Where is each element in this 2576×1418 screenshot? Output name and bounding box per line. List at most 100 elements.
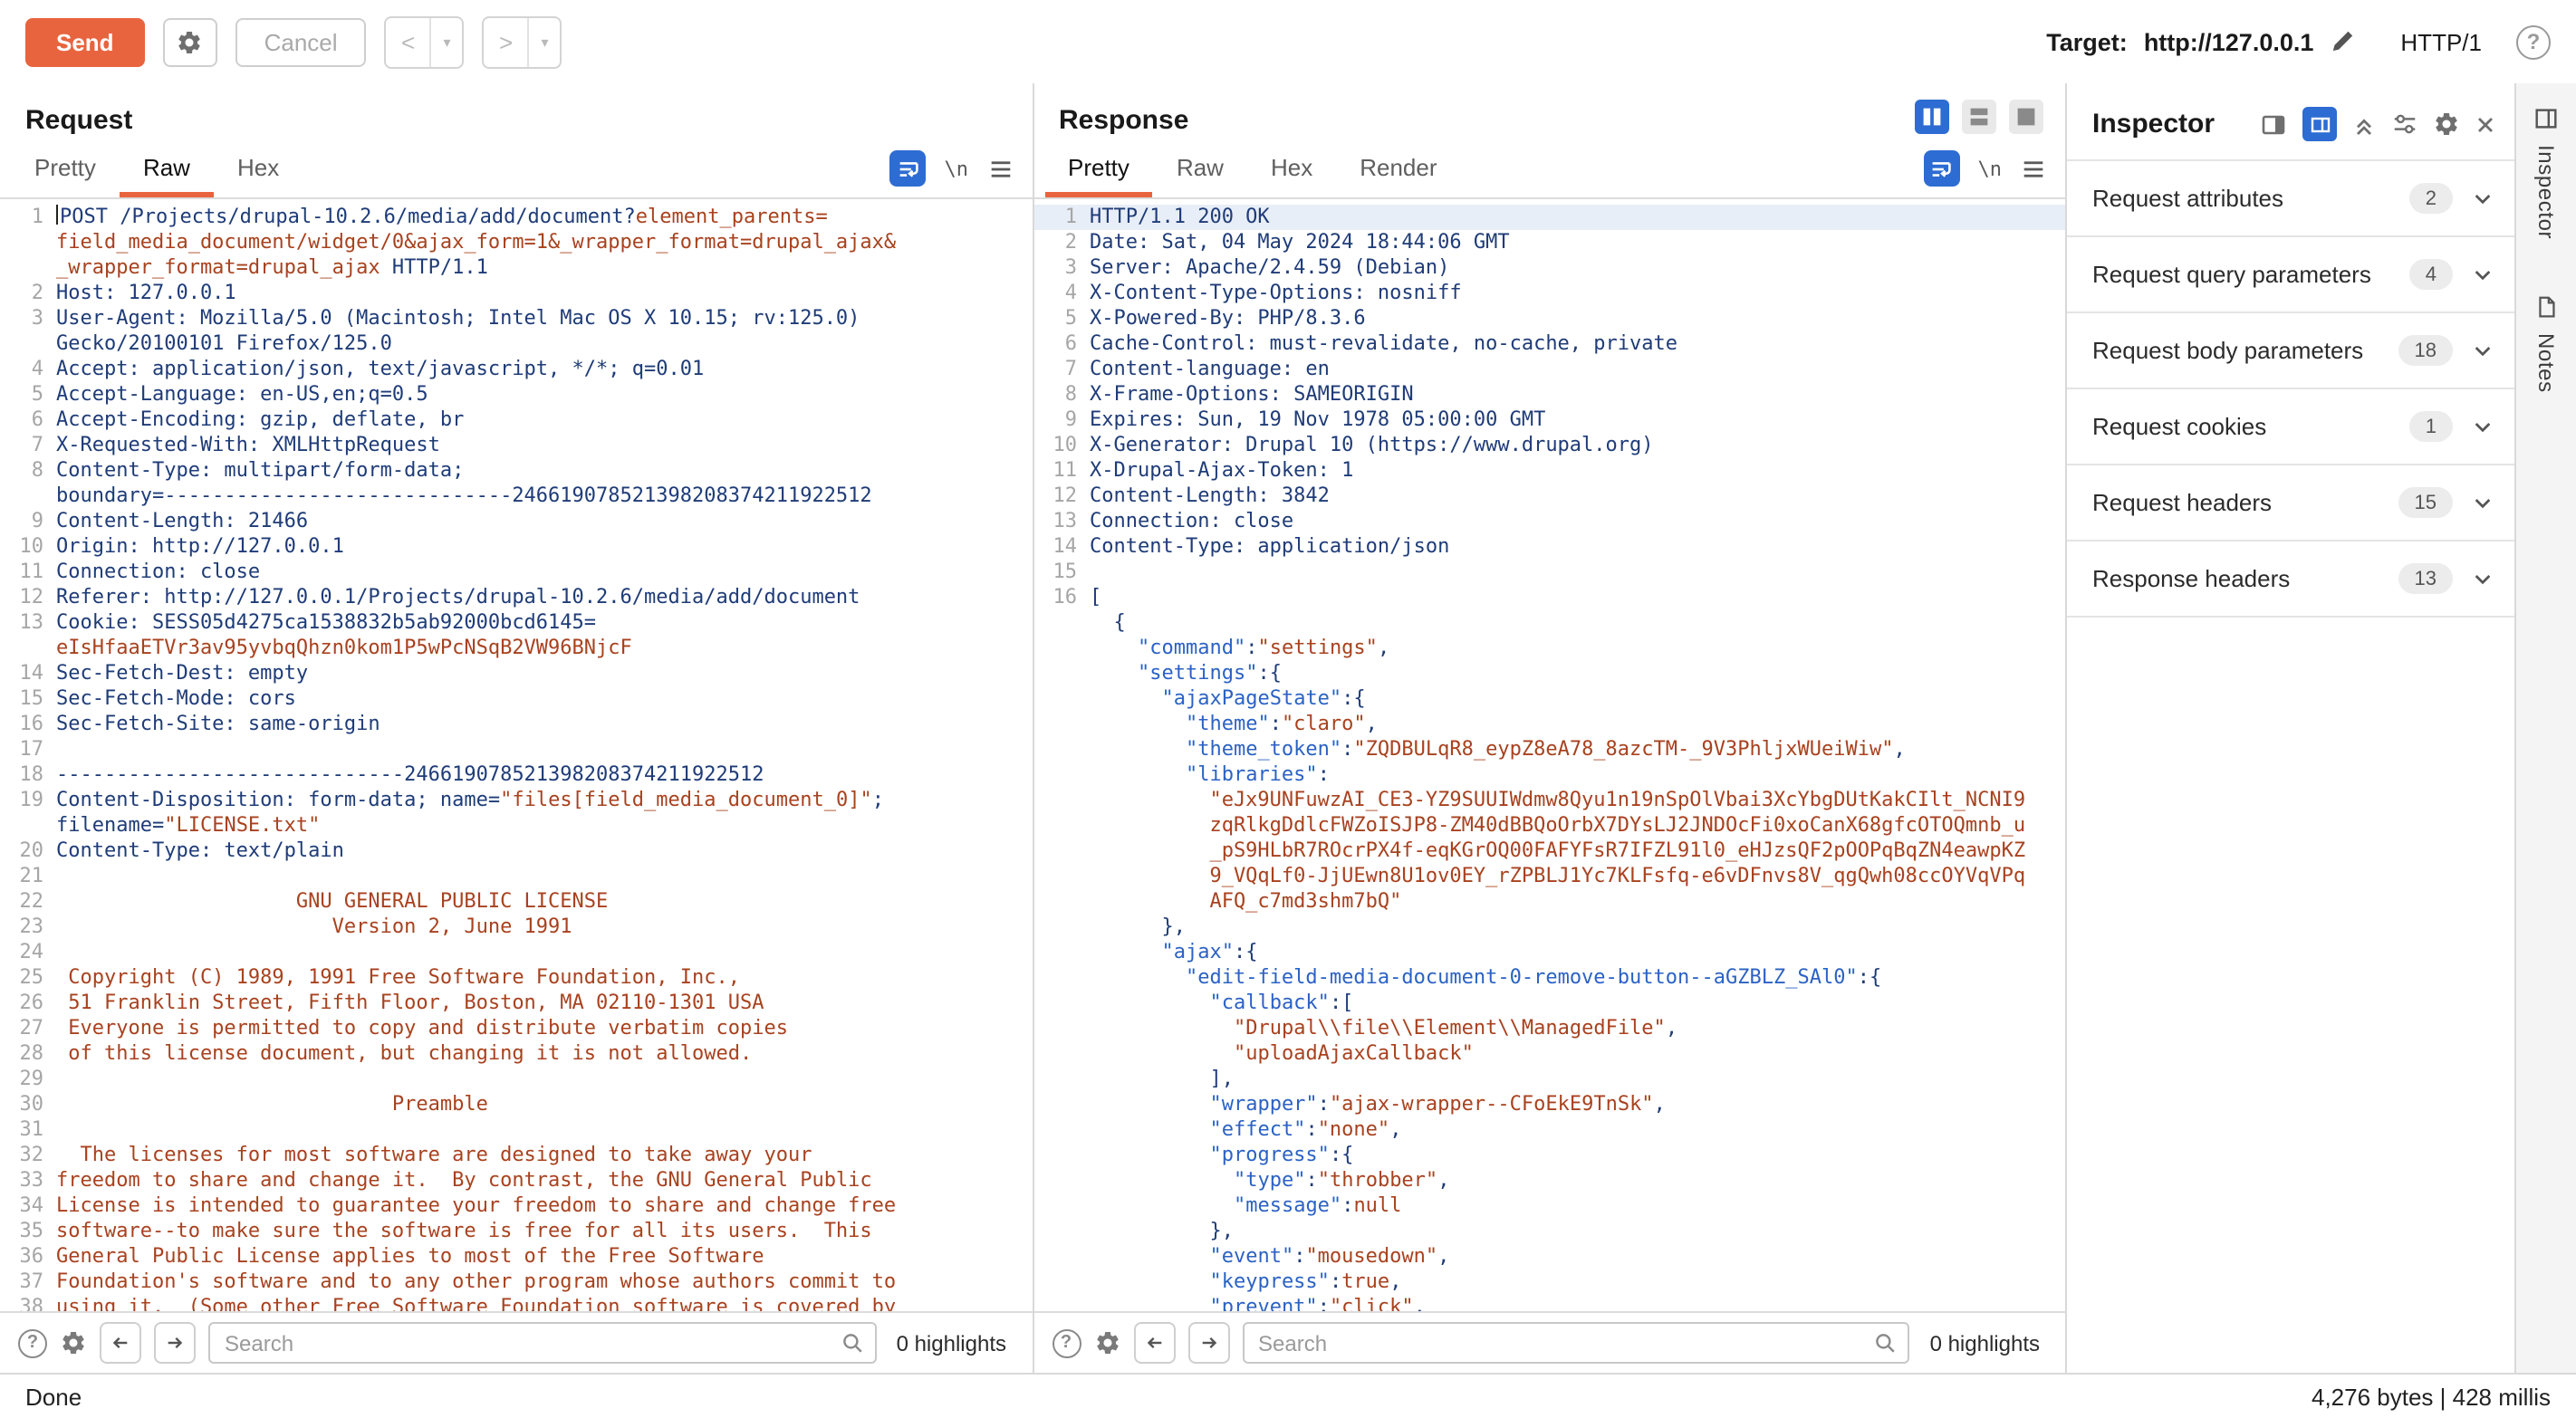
code-line[interactable]: "uploadAjaxCallback" [1033, 1041, 2065, 1067]
code-line[interactable]: 8Content-Type: multipart/form-data; [0, 458, 1032, 484]
code-line[interactable]: 12Referer: http://127.0.0.1/Projects/dru… [0, 585, 1032, 610]
request-tab-hex[interactable]: Hex [214, 139, 303, 197]
help-icon[interactable]: ? [2516, 24, 2551, 59]
code-line[interactable]: 7Content-language: en [1033, 357, 2065, 382]
code-line[interactable]: 7X-Requested-With: XMLHttpRequest [0, 433, 1032, 458]
code-line[interactable]: "event":"mousedown", [1033, 1244, 2065, 1269]
editor-menu-icon[interactable] [2020, 155, 2047, 182]
code-line[interactable]: field_media_document/widget/0&ajax_form=… [0, 230, 1032, 255]
code-line[interactable]: 4Accept: application/json, text/javascri… [0, 357, 1032, 382]
dock-right-icon[interactable] [2302, 107, 2337, 141]
request-editor[interactable]: 1POST /Projects/drupal-10.2.6/media/add/… [0, 199, 1032, 1311]
code-line[interactable]: 17 [0, 737, 1032, 762]
code-line[interactable]: 9Content-Length: 21466 [0, 509, 1032, 534]
code-line[interactable]: "theme":"claro", [1033, 712, 2065, 737]
forward-request-button[interactable]: > [485, 17, 528, 66]
response-search-input[interactable] [1242, 1322, 1910, 1364]
code-line[interactable]: "wrapper":"ajax-wrapper--CFoEkE9TnSk", [1033, 1092, 2065, 1117]
code-line[interactable]: 14Content-Type: application/json [1033, 534, 2065, 560]
code-line[interactable]: "edit-field-media-document-0-remove-butt… [1033, 965, 2065, 991]
code-line[interactable]: "callback":[ [1033, 991, 2065, 1016]
request-settings-gear-button[interactable] [163, 17, 217, 66]
layout-columns-button[interactable] [1915, 100, 1949, 134]
previous-match-button[interactable] [100, 1322, 141, 1364]
request-tab-raw[interactable]: Raw [120, 139, 214, 197]
search-settings-gear-icon[interactable] [1093, 1329, 1120, 1356]
filter-sliders-icon[interactable] [2391, 110, 2418, 138]
request-tab-pretty[interactable]: Pretty [11, 139, 120, 197]
code-line[interactable]: 12Content-Length: 3842 [1033, 484, 2065, 509]
cancel-button[interactable]: Cancel [235, 17, 367, 66]
code-line[interactable]: _wrapper_format=drupal_ajax HTTP/1.1 [0, 255, 1032, 281]
code-line[interactable]: 10Origin: http://127.0.0.1 [0, 534, 1032, 560]
code-line[interactable]: 30 Preamble [0, 1092, 1032, 1117]
code-line[interactable]: "ajaxPageState":{ [1033, 686, 2065, 712]
code-line[interactable]: 4X-Content-Type-Options: nosniff [1033, 281, 2065, 306]
code-line[interactable]: 1HTTP/1.1 200 OK [1033, 205, 2065, 230]
inspector-section-request-body-parameters[interactable]: Request body parameters18 [2067, 311, 2514, 388]
code-line[interactable]: 11X-Drupal-Ajax-Token: 1 [1033, 458, 2065, 484]
show-newlines-toggle[interactable]: \n [945, 157, 969, 180]
code-line[interactable]: 37Foundation's software and to any other… [0, 1269, 1032, 1295]
code-line[interactable]: 16[ [1033, 585, 2065, 610]
code-line[interactable]: boundary=-----------------------------24… [0, 484, 1032, 509]
code-line[interactable]: 6Accept-Encoding: gzip, deflate, br [0, 407, 1032, 433]
code-line[interactable]: 31 [0, 1117, 1032, 1143]
code-line[interactable]: AFQ_c7md3shm7bQ" [1033, 889, 2065, 915]
request-search-input[interactable] [208, 1322, 877, 1364]
code-line[interactable]: 10X-Generator: Drupal 10 (https://www.dr… [1033, 433, 2065, 458]
editor-menu-icon[interactable] [986, 155, 1014, 182]
code-line[interactable]: 15Sec-Fetch-Mode: cors [0, 686, 1032, 712]
show-newlines-toggle[interactable]: \n [1978, 157, 2003, 180]
code-line[interactable]: 32 The licenses for most software are de… [0, 1143, 1032, 1168]
back-dropdown-caret-icon[interactable]: ▾ [432, 17, 463, 66]
code-line[interactable]: 25 Copyright (C) 1989, 1991 Free Softwar… [0, 965, 1032, 991]
code-line[interactable]: 11Connection: close [0, 560, 1032, 585]
response-editor[interactable]: 1HTTP/1.1 200 OK2Date: Sat, 04 May 2024 … [1033, 199, 2065, 1311]
inspector-section-request-attributes[interactable]: Request attributes2 [2067, 159, 2514, 235]
http-version-label[interactable]: HTTP/1 [2400, 28, 2482, 55]
inspector-section-request-headers[interactable]: Request headers15 [2067, 464, 2514, 540]
code-line[interactable]: Gecko/20100101 Firefox/125.0 [0, 331, 1032, 357]
code-line[interactable]: 5Accept-Language: en-US,en;q=0.5 [0, 382, 1032, 407]
code-line[interactable]: 36General Public License applies to most… [0, 1244, 1032, 1269]
rail-tab-inspector[interactable]: Inspector [2533, 105, 2560, 239]
inspector-section-request-cookies[interactable]: Request cookies1 [2067, 388, 2514, 464]
edit-target-icon[interactable] [2330, 29, 2355, 54]
wrap-lines-toggle-icon[interactable] [1924, 150, 1960, 187]
code-line[interactable]: _pS9HLbR7ROcrPX4f-eqKGrOQ00FAFYFsR7IFZL9… [1033, 838, 2065, 864]
code-line[interactable]: }, [1033, 1219, 2065, 1244]
back-request-button[interactable]: < [387, 17, 430, 66]
code-line[interactable]: 2Host: 127.0.0.1 [0, 281, 1032, 306]
code-line[interactable]: "theme_token":"ZQDBULqR8_eypZ8eA78_8azcT… [1033, 737, 2065, 762]
code-line[interactable]: 23 Version 2, June 1991 [0, 915, 1032, 940]
code-line[interactable]: 2Date: Sat, 04 May 2024 18:44:06 GMT [1033, 230, 2065, 255]
code-line[interactable]: 33freedom to share and change it. By con… [0, 1168, 1032, 1193]
code-line[interactable]: 24 [0, 940, 1032, 965]
layout-single-button[interactable] [2009, 100, 2043, 134]
code-line[interactable]: "effect":"none", [1033, 1117, 2065, 1143]
response-tab-pretty[interactable]: Pretty [1044, 139, 1153, 197]
code-line[interactable]: { [1033, 610, 2065, 636]
next-match-button[interactable] [154, 1322, 196, 1364]
code-line[interactable]: 9Expires: Sun, 19 Nov 1978 05:00:00 GMT [1033, 407, 2065, 433]
previous-match-button[interactable] [1133, 1322, 1175, 1364]
send-button[interactable]: Send [25, 17, 145, 66]
code-line[interactable]: 3Server: Apache/2.4.59 (Debian) [1033, 255, 2065, 281]
code-line[interactable]: 18-----------------------------246619078… [0, 762, 1032, 788]
code-line[interactable]: 16Sec-Fetch-Site: same-origin [0, 712, 1032, 737]
code-line[interactable]: eIsHfaaETVr3av95yvbqQhzn0kom1P5wPcNSqB2V… [0, 636, 1032, 661]
code-line[interactable]: 34License is intended to guarantee your … [0, 1193, 1032, 1219]
code-line[interactable]: "keypress":true, [1033, 1269, 2065, 1295]
code-line[interactable]: 15 [1033, 560, 2065, 585]
wrap-lines-toggle-icon[interactable] [890, 150, 927, 187]
code-line[interactable]: }, [1033, 915, 2065, 940]
undock-inspector-icon[interactable] [2259, 110, 2288, 139]
code-line[interactable]: "Drupal\\file\\Element\\ManagedFile", [1033, 1016, 2065, 1041]
code-line[interactable]: "libraries": [1033, 762, 2065, 788]
code-line[interactable]: 27 Everyone is permitted to copy and dis… [0, 1016, 1032, 1041]
response-tab-hex[interactable]: Hex [1247, 139, 1336, 197]
code-line[interactable]: 38using it. (Some other Free Software Fo… [0, 1295, 1032, 1311]
code-line[interactable]: filename="LICENSE.txt" [0, 813, 1032, 838]
code-line[interactable]: 6Cache-Control: must-revalidate, no-cach… [1033, 331, 2065, 357]
